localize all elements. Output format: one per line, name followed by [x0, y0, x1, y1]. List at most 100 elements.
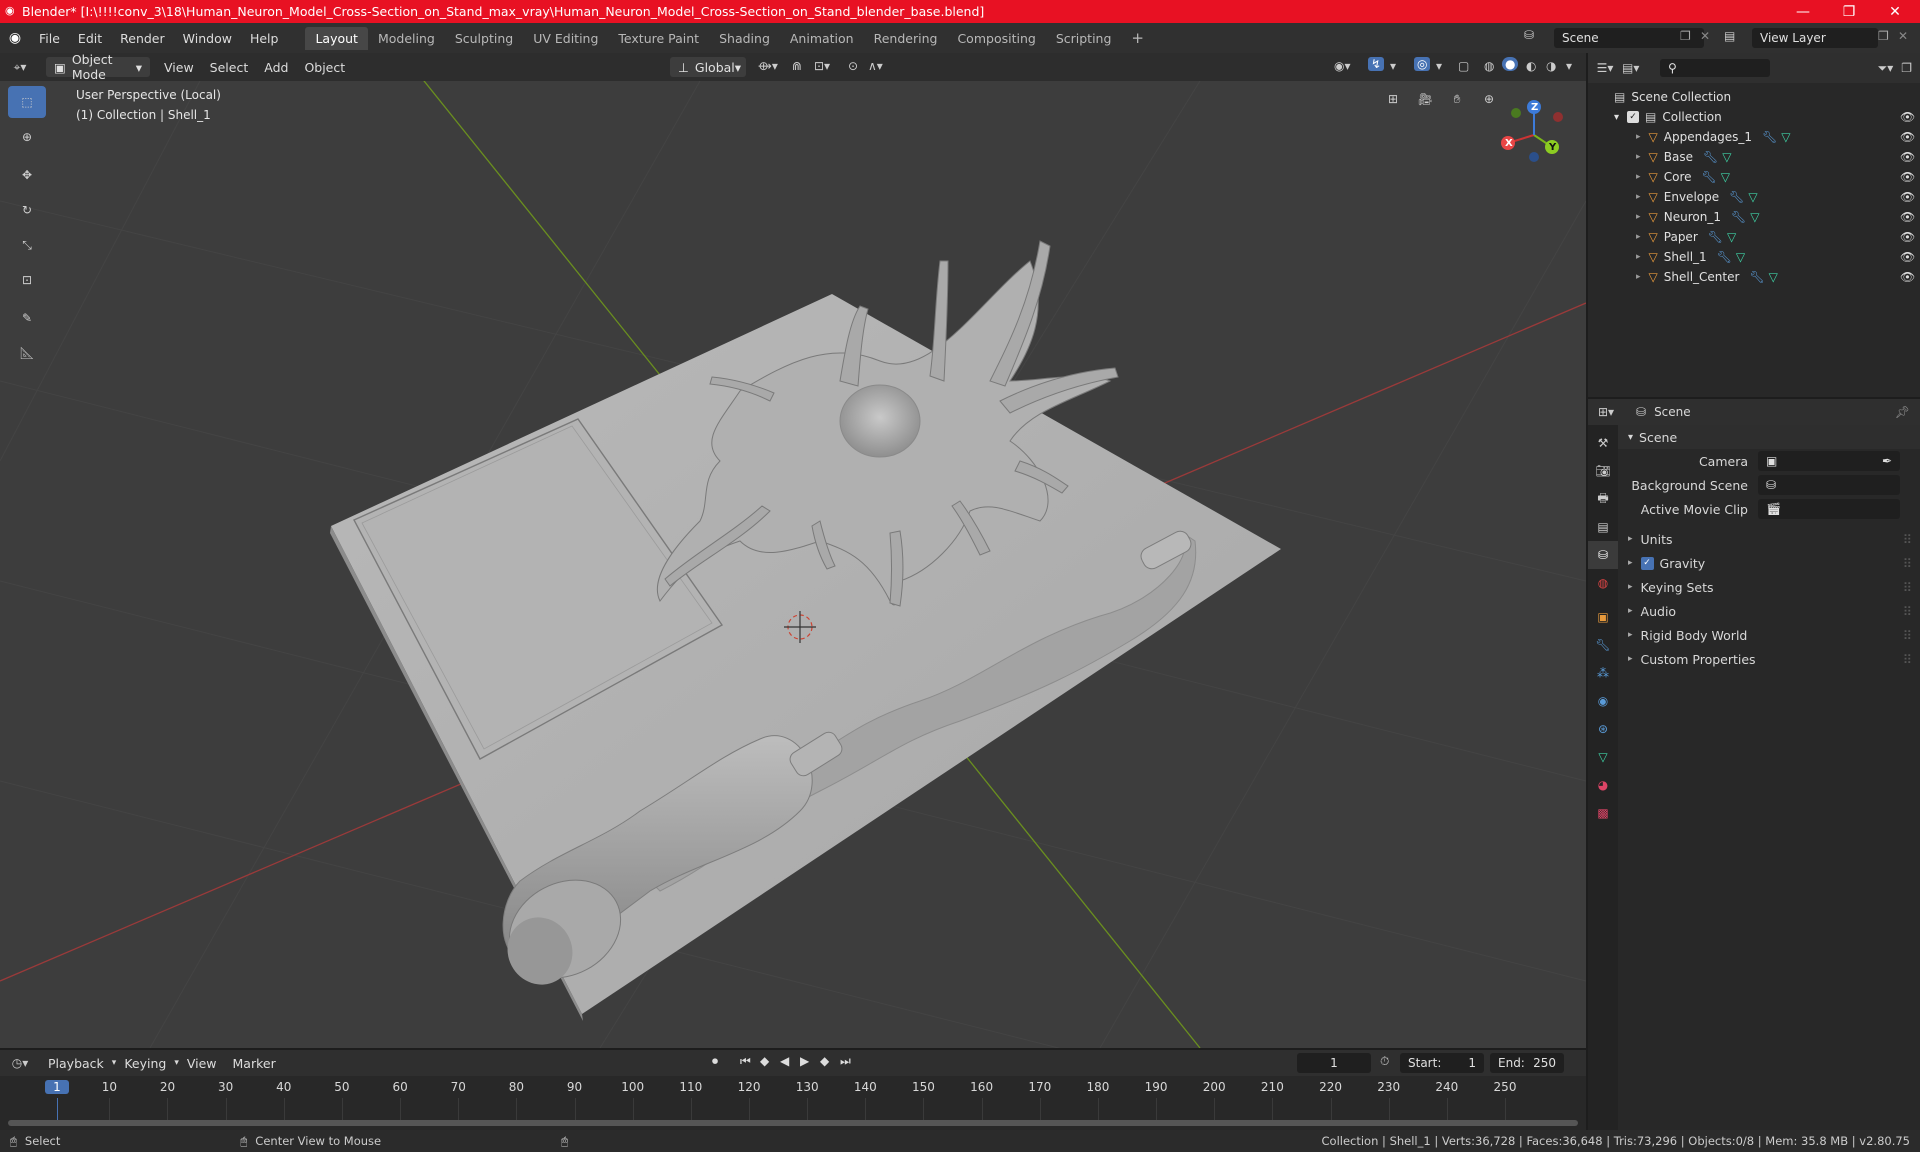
- timer-icon[interactable]: ⏱: [1380, 1054, 1389, 1069]
- modifier-icon[interactable]: 🔧︎: [1729, 190, 1744, 204]
- snap-target-icon[interactable]: ⊡▾: [814, 59, 830, 73]
- menu-keying[interactable]: Keying: [116, 1054, 174, 1073]
- menu-playback[interactable]: Playback: [40, 1054, 112, 1073]
- object-tab-icon[interactable]: ▣: [1588, 603, 1618, 631]
- properties-editor-icon[interactable]: ⊞▾: [1588, 405, 1624, 419]
- drag-handle-icon[interactable]: ⠿: [1903, 580, 1912, 595]
- tab-animation[interactable]: Animation: [780, 27, 864, 50]
- cursor-tool-icon[interactable]: ⊕: [8, 121, 46, 153]
- shading-options-icon[interactable]: ▾: [1566, 59, 1572, 73]
- constraints-tab-icon[interactable]: ⊛: [1588, 715, 1618, 743]
- modifier-icon[interactable]: 🔧︎: [1703, 150, 1718, 164]
- display-mode-icon[interactable]: ▤▾: [1622, 61, 1652, 75]
- section-gravity[interactable]: ▸ ✓ Gravity ⠿: [1618, 551, 1920, 575]
- outliner-item-core[interactable]: ▸ ▽ Core 🔧︎ ▽ 👁︎: [1588, 167, 1920, 187]
- annotate-tool-icon[interactable]: ✎: [8, 302, 46, 334]
- mesh-data-icon[interactable]: ▽: [1736, 250, 1745, 264]
- new-collection-icon[interactable]: ❐: [1901, 61, 1912, 75]
- measure-tool-icon[interactable]: 📐︎: [8, 337, 46, 369]
- scene-collection-row[interactable]: ▤ Scene Collection: [1588, 87, 1920, 107]
- menu-select[interactable]: Select: [202, 58, 257, 77]
- overlays-toggle-icon[interactable]: ◎: [1414, 57, 1431, 71]
- gizmo-options-icon[interactable]: ▾: [1390, 59, 1396, 73]
- drag-handle-icon[interactable]: ⠿: [1903, 604, 1912, 619]
- mesh-data-icon[interactable]: ▽: [1722, 150, 1731, 164]
- menu-timeline-view[interactable]: View: [179, 1054, 225, 1073]
- mesh-data-icon[interactable]: ▽: [1748, 190, 1757, 204]
- 3d-viewport[interactable]: X Y Z: [0, 81, 1586, 1048]
- material-tab-icon[interactable]: ◕: [1588, 771, 1618, 799]
- eye-icon[interactable]: 👁︎: [1900, 230, 1915, 244]
- scale-tool-icon[interactable]: ⤡: [8, 229, 46, 261]
- camera-field[interactable]: ▣ ✒: [1758, 451, 1900, 471]
- section-audio[interactable]: ▸ Audio ⠿: [1618, 599, 1920, 623]
- texture-tab-icon[interactable]: ▩: [1588, 799, 1618, 827]
- tool-tab-icon[interactable]: ⚒: [1588, 429, 1618, 457]
- expand-arrow-icon[interactable]: ▸: [1636, 192, 1641, 202]
- proportional-edit-icon[interactable]: ⊙: [848, 59, 858, 73]
- collection-checkbox[interactable]: ✓: [1627, 111, 1640, 123]
- eye-icon[interactable]: 👁︎: [1900, 150, 1915, 164]
- scene-panel-header[interactable]: ▾ Scene: [1618, 425, 1920, 449]
- mesh-data-icon[interactable]: ▽: [1750, 210, 1759, 224]
- world-tab-icon[interactable]: ◍: [1588, 569, 1618, 597]
- menu-window[interactable]: Window: [174, 31, 241, 46]
- expand-arrow-icon[interactable]: ▸: [1636, 152, 1641, 162]
- start-frame-field[interactable]: Start: 1: [1400, 1053, 1484, 1073]
- menu-marker[interactable]: Marker: [225, 1054, 284, 1073]
- mode-dropdown[interactable]: ▣ Object Mode ▾: [46, 52, 150, 82]
- background-scene-field[interactable]: ⛁: [1758, 475, 1900, 495]
- view-layer-tab-icon[interactable]: ▤: [1588, 513, 1618, 541]
- expand-arrow-icon[interactable]: ▸: [1636, 212, 1641, 222]
- menu-add[interactable]: Add: [256, 58, 296, 77]
- end-frame-field[interactable]: End: 250: [1490, 1053, 1564, 1073]
- tab-layout[interactable]: Layout: [305, 26, 368, 50]
- blender-menu-icon[interactable]: ◉: [0, 30, 30, 46]
- mesh-data-icon[interactable]: ▽: [1781, 130, 1790, 144]
- close-button[interactable]: ✕: [1872, 0, 1918, 23]
- expand-arrow-icon[interactable]: ▸: [1636, 172, 1641, 182]
- move-tool-icon[interactable]: ✥: [8, 159, 46, 191]
- filter-icon[interactable]: ⏷▾: [1878, 61, 1894, 76]
- maximize-button[interactable]: ❐: [1826, 0, 1872, 23]
- jump-end-icon[interactable]: ⏭: [840, 1054, 851, 1069]
- section-units[interactable]: ▸ Units ⠿: [1618, 527, 1920, 551]
- outliner-item-shell-center[interactable]: ▸ ▽ Shell_Center 🔧︎ ▽ 👁︎: [1588, 267, 1920, 287]
- eye-icon[interactable]: 👁︎: [1900, 210, 1915, 224]
- menu-help[interactable]: Help: [241, 31, 288, 46]
- menu-object[interactable]: Object: [296, 58, 353, 77]
- outliner-editor-icon[interactable]: ☰▾: [1588, 61, 1622, 75]
- pin-icon[interactable]: 📌︎: [1895, 405, 1910, 419]
- tab-texture-paint[interactable]: Texture Paint: [608, 27, 709, 50]
- eye-icon[interactable]: 👁︎: [1900, 250, 1915, 264]
- collection-row[interactable]: ▾ ✓ ▤ Collection 👁︎: [1588, 107, 1920, 127]
- delete-scene-icon[interactable]: ✕: [1700, 29, 1710, 43]
- pivot-point-icon[interactable]: ⟴▾: [758, 59, 778, 73]
- data-tab-icon[interactable]: ▽: [1588, 743, 1618, 771]
- mesh-data-icon[interactable]: ▽: [1769, 270, 1778, 284]
- next-keyframe-icon[interactable]: ◆: [820, 1054, 829, 1068]
- menu-edit[interactable]: Edit: [69, 31, 111, 46]
- mesh-data-icon[interactable]: ▽: [1721, 170, 1730, 184]
- modifier-icon[interactable]: 🔧︎: [1708, 230, 1723, 244]
- menu-render[interactable]: Render: [111, 31, 174, 46]
- new-scene-icon[interactable]: ❐: [1680, 29, 1691, 43]
- orientation-dropdown[interactable]: ⊥ Global ▾: [670, 57, 746, 77]
- render-tab-icon[interactable]: 📷︎: [1588, 457, 1618, 485]
- output-tab-icon[interactable]: 🖶: [1588, 485, 1618, 513]
- section-rigid-body-world[interactable]: ▸ Rigid Body World ⠿: [1618, 623, 1920, 647]
- tab-scripting[interactable]: Scripting: [1046, 27, 1122, 50]
- camera-view-icon[interactable]: 🎥︎: [1412, 86, 1438, 112]
- expand-arrow-icon[interactable]: ▸: [1636, 232, 1641, 242]
- material-shading-icon[interactable]: ◐: [1526, 59, 1536, 73]
- grid-toggle-icon[interactable]: ⊞: [1380, 86, 1406, 112]
- eye-icon[interactable]: 👁︎: [1900, 130, 1915, 144]
- rendered-shading-icon[interactable]: ◑: [1546, 59, 1556, 73]
- drag-handle-icon[interactable]: ⠿: [1903, 652, 1912, 667]
- overlays-options-icon[interactable]: ▾: [1436, 59, 1442, 73]
- tab-modeling[interactable]: Modeling: [368, 27, 445, 50]
- wireframe-shading-icon[interactable]: ◍: [1484, 59, 1494, 73]
- modifier-icon[interactable]: 🔧︎: [1702, 170, 1717, 184]
- particles-tab-icon[interactable]: ⁂: [1588, 659, 1618, 687]
- tab-rendering[interactable]: Rendering: [864, 27, 948, 50]
